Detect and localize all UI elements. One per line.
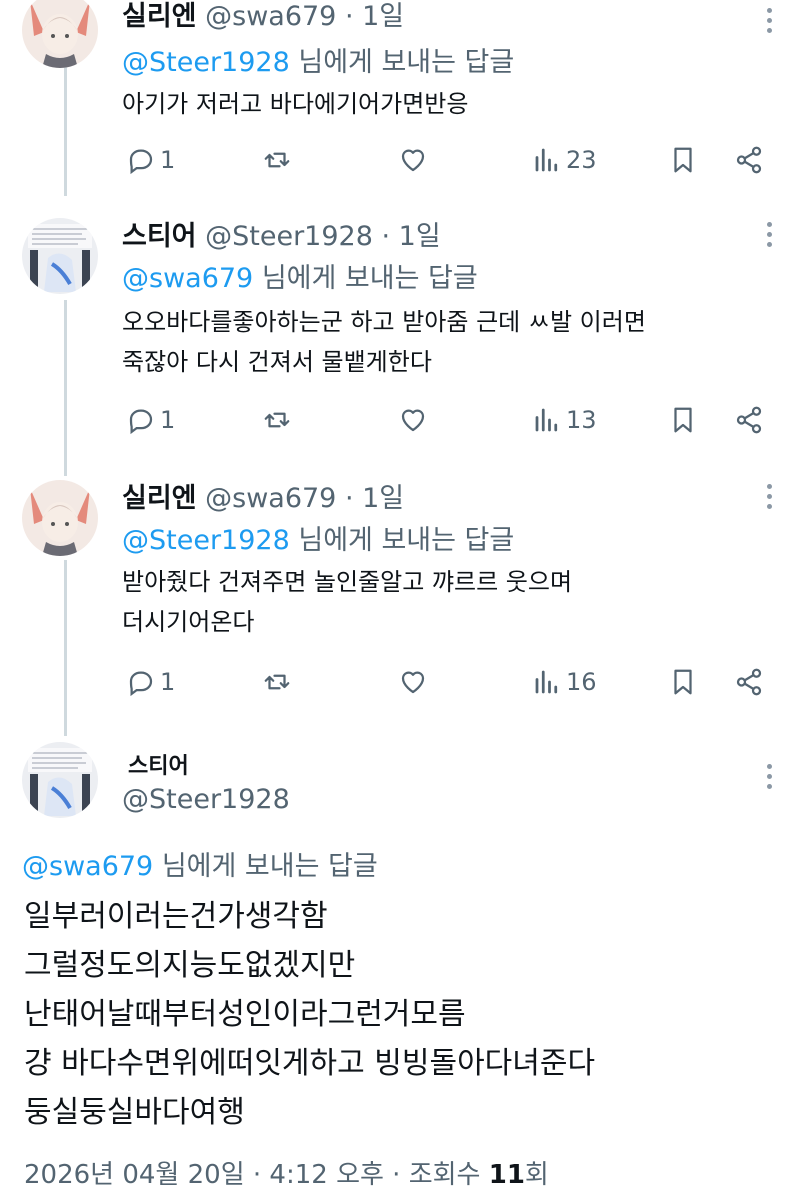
separator: ·: [336, 483, 363, 514]
tweet-text: 아기가 저러고 바다에기어가면반응: [122, 90, 469, 118]
retweet-button[interactable]: [262, 400, 292, 440]
views-count: 23: [566, 146, 597, 174]
retweet-button[interactable]: [262, 662, 292, 702]
bookmark-icon: [674, 669, 692, 695]
views-icon: [535, 670, 558, 694]
reply-count: 1: [160, 668, 176, 696]
reply-icon: [129, 409, 153, 435]
reply-to-line: @Steer1928 님에게 보내는 답글: [122, 518, 514, 557]
retweet-icon: [264, 674, 290, 690]
share-button[interactable]: [734, 662, 764, 702]
view-unit: 회: [524, 1160, 549, 1190]
avatar-silien[interactable]: [22, 0, 98, 68]
display-name[interactable]: 실리엔: [122, 1, 197, 32]
views-count: 16: [566, 668, 597, 696]
bookmark-icon: [674, 147, 692, 173]
like-icon: [401, 149, 425, 172]
views-button[interactable]: 23: [532, 140, 597, 180]
action-bar: 1 13: [0, 400, 807, 440]
display-name[interactable]: 스티어: [122, 221, 197, 252]
user-handle[interactable]: @Steer1928: [205, 221, 373, 252]
like-icon: [401, 671, 425, 694]
view-count: 11: [488, 1160, 525, 1190]
reply-button[interactable]: 1: [126, 400, 175, 440]
reply-mention[interactable]: @Steer1928: [122, 525, 290, 556]
reply-button[interactable]: 1: [126, 662, 175, 702]
views-icon: [535, 148, 558, 172]
display-name[interactable]: 스티어: [128, 748, 189, 780]
avatar-silien[interactable]: [22, 480, 98, 556]
user-handle[interactable]: @Steer1928: [122, 784, 290, 815]
more-icon[interactable]: [765, 222, 773, 247]
reply-count: 1: [160, 146, 176, 174]
share-icon: [736, 406, 762, 434]
bookmark-button[interactable]: [668, 400, 698, 440]
reply-to-line: @swa679 님에게 보내는 답글: [122, 256, 478, 295]
views-button[interactable]: 13: [532, 400, 597, 440]
share-button[interactable]: [734, 400, 764, 440]
avatar-steer[interactable]: [22, 218, 98, 294]
share-button[interactable]: [734, 140, 764, 180]
tweet-text: 받아줬다 건져주면 놀인줄알고 꺄르르 웃으며 더시기어온다: [122, 568, 573, 636]
like-icon: [401, 409, 425, 432]
user-handle[interactable]: @swa679: [205, 483, 336, 514]
reply-suffix: 님에게 보내는 답글: [253, 263, 478, 294]
share-icon: [736, 668, 762, 696]
reply-mention[interactable]: @swa679: [22, 851, 153, 882]
tweet-text: 오오바다를좋아하는군 하고 받아줌 근데 ㅆ발 이러면 죽잖아 다시 건져서 물…: [122, 308, 646, 376]
user-handle[interactable]: @swa679: [205, 1, 336, 32]
tweet-meta: 2026년 04월 20일 · 4:12 오후 · 조회수 11회: [24, 1154, 549, 1191]
action-bar: 1 16: [0, 662, 807, 702]
like-button[interactable]: [398, 400, 428, 440]
action-bar: 1 23: [0, 140, 807, 180]
more-icon[interactable]: [765, 764, 773, 789]
views-icon: [535, 408, 558, 432]
reply-mention[interactable]: @swa679: [122, 263, 253, 294]
separator: ·: [372, 221, 399, 252]
reply-to-line: @Steer1928 님에게 보내는 답글: [122, 40, 514, 79]
more-icon[interactable]: [765, 8, 773, 33]
timestamp[interactable]: 1일: [362, 1, 404, 32]
reply-to-line: @swa679 님에게 보내는 답글: [22, 844, 378, 883]
retweet-icon: [264, 152, 290, 168]
reply-icon: [129, 671, 153, 697]
reply-suffix: 님에게 보내는 답글: [289, 525, 515, 556]
views-count: 13: [566, 406, 597, 434]
reply-suffix: 님에게 보내는 답글: [153, 851, 378, 882]
bookmark-icon: [674, 407, 692, 433]
reply-count: 1: [160, 406, 176, 434]
timestamp[interactable]: 1일: [399, 221, 441, 252]
timestamp[interactable]: 1일: [362, 483, 404, 514]
timestamp[interactable]: 2026년 04월 20일 · 4:12 오후 · 조회수: [24, 1160, 489, 1190]
avatar-steer[interactable]: [22, 742, 98, 818]
views-button[interactable]: 16: [532, 662, 597, 702]
bookmark-button[interactable]: [668, 662, 698, 702]
share-icon: [736, 146, 762, 174]
thread-line: [64, 560, 67, 736]
retweet-icon: [264, 412, 290, 428]
bookmark-button[interactable]: [668, 140, 698, 180]
reply-button[interactable]: 1: [126, 140, 175, 180]
retweet-button[interactable]: [262, 140, 292, 180]
tweet-text: 일부러이러는건가생각함 그럴정도의지능도없겠지만 난태어날때부터성인이라그런거모…: [24, 899, 596, 1130]
reply-icon: [129, 149, 153, 175]
separator: ·: [336, 1, 363, 32]
like-button[interactable]: [398, 662, 428, 702]
like-button[interactable]: [398, 140, 428, 180]
more-icon[interactable]: [765, 484, 773, 509]
display-name[interactable]: 실리엔: [122, 483, 197, 514]
reply-mention[interactable]: @Steer1928: [122, 47, 290, 78]
reply-suffix: 님에게 보내는 답글: [289, 47, 515, 78]
thread-line: [64, 300, 67, 476]
